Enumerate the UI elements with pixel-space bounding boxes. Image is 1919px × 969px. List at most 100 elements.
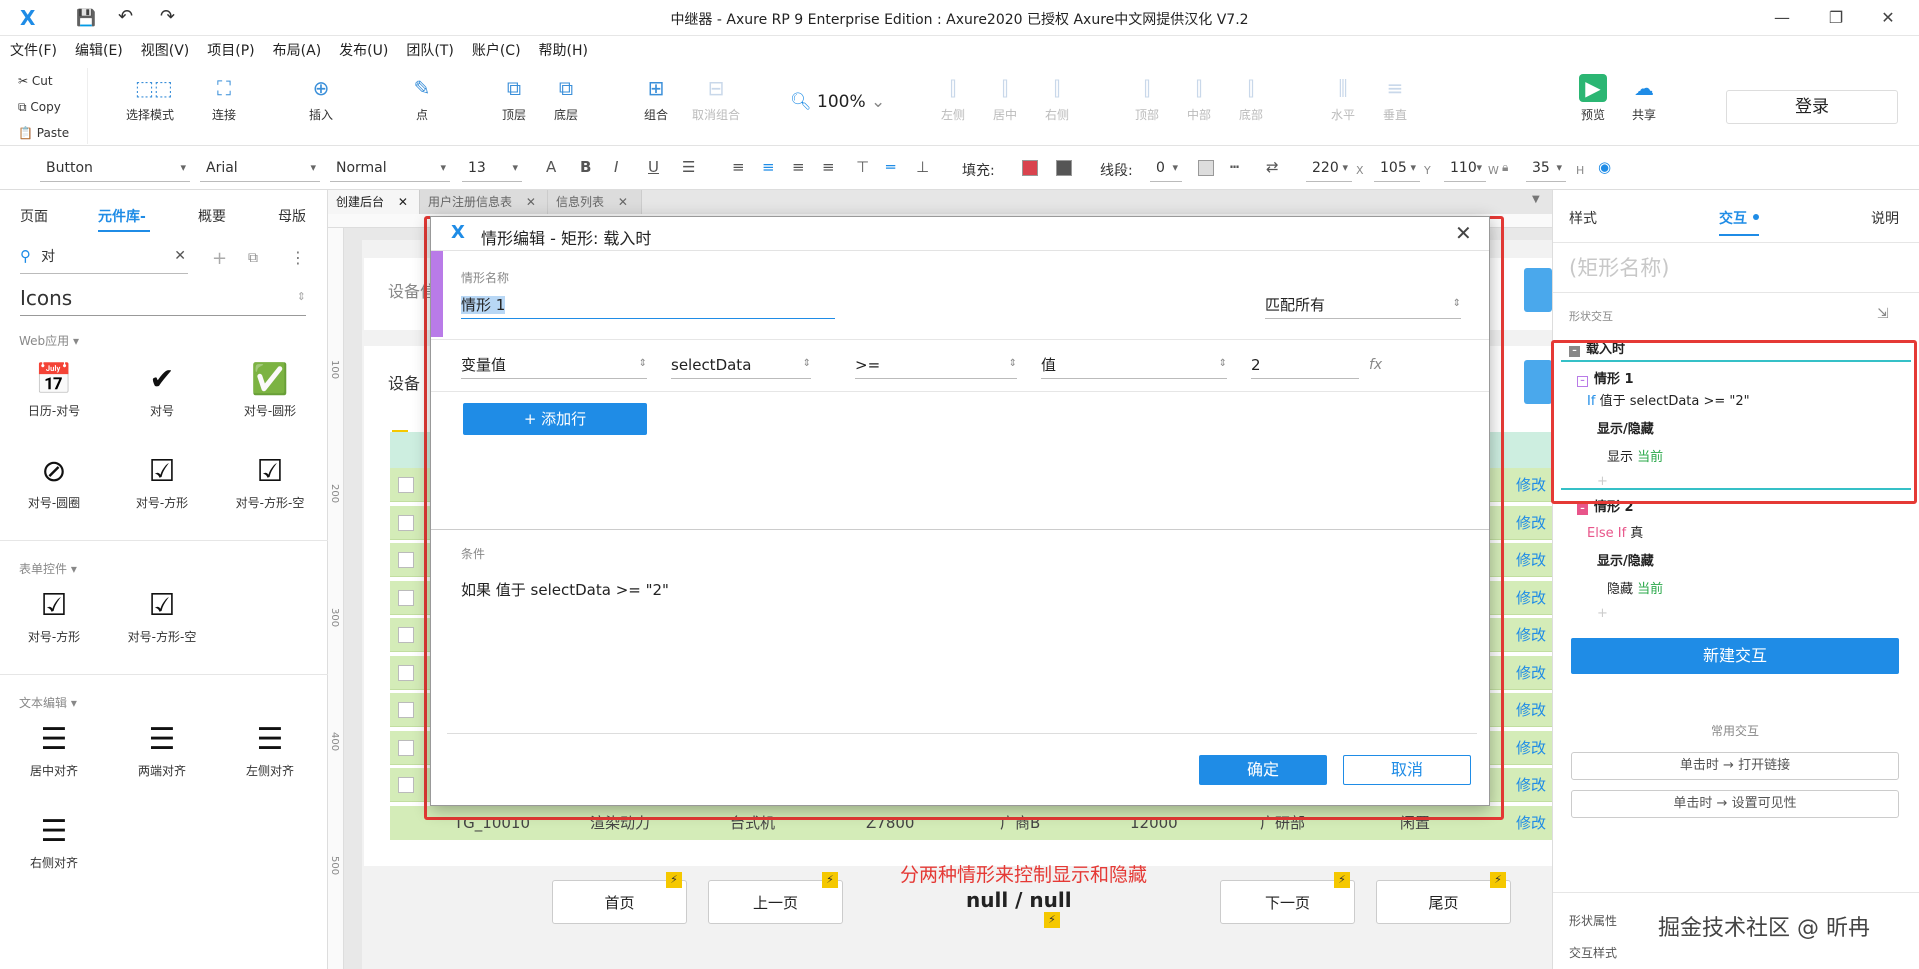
text-color-icon[interactable]: A (546, 158, 556, 176)
maximize-button[interactable]: ❐ (1816, 6, 1856, 30)
h-input[interactable]: 35 (1526, 156, 1566, 182)
condition-operator-select[interactable]: >= ⇕ (855, 351, 1017, 379)
add-action-icon[interactable]: + (1597, 606, 1608, 621)
row-edit-link[interactable]: 修改 (1516, 512, 1546, 533)
italic-icon[interactable]: I (614, 158, 618, 176)
interaction-style-label[interactable]: 交互样式 (1569, 944, 1617, 961)
tab-style[interactable]: 样式 (1569, 208, 1597, 228)
widget-check-circle-outline[interactable]: ⊘ 对号-圆圈 (4, 450, 104, 511)
fill-color-swatch[interactable] (1022, 160, 1038, 176)
x-input[interactable]: 220 (1306, 156, 1352, 182)
section-form[interactable]: 表单控件 ▾ (19, 560, 77, 577)
fx-icon[interactable]: fx (1369, 357, 1382, 373)
top-layer-button[interactable]: ⧉ 顶层 (494, 74, 534, 123)
distribute-h-button[interactable]: ⫼ 水平 (1328, 74, 1358, 123)
align-center-button[interactable]: ⫿ 居中 (990, 74, 1020, 123)
widget-check-circle[interactable]: ✅ 对号-圆形 (220, 358, 320, 419)
copy-button[interactable]: ⧉ Copy (8, 94, 87, 120)
widget-form-check-square-empty[interactable]: ☑ 对号-方形-空 (112, 584, 212, 645)
point-button[interactable]: ✎ 点 (404, 74, 440, 123)
widget-check-square[interactable]: ☑ 对号-方形 (112, 450, 212, 511)
bottom-layer-button[interactable]: ⧉ 底层 (546, 74, 586, 123)
align-top-button[interactable]: ⫿ 顶部 (1132, 74, 1162, 123)
widget-form-check-square[interactable]: ☑ 对号-方形 (4, 584, 104, 645)
widget-check-square-empty[interactable]: ☑ 对号-方形-空 (220, 450, 320, 511)
login-button[interactable]: 登录 (1726, 90, 1898, 124)
align-left-button[interactable]: ⫿ 左侧 (938, 74, 968, 123)
library-copy-icon[interactable]: ⧉ (248, 250, 258, 266)
menu-account[interactable]: 账户(C) (462, 36, 529, 66)
row-checkbox[interactable] (398, 589, 414, 606)
row-edit-link[interactable]: 修改 (1516, 774, 1546, 795)
more-options-icon[interactable]: ⋮ (290, 248, 306, 267)
row-edit-link[interactable]: 修改 (1516, 549, 1546, 570)
case-2-target[interactable]: 隐藏 当前 (1607, 578, 1663, 597)
close-tab-icon[interactable]: ✕ (526, 195, 536, 209)
row-edit-link[interactable]: 修改 (1516, 587, 1546, 608)
condition-value-input[interactable]: 2 (1251, 351, 1359, 379)
insert-button[interactable]: ⊕ 插入 (296, 74, 346, 123)
tab-outline[interactable]: 概要 (198, 206, 226, 226)
expand-icon[interactable]: ⇲ (1877, 306, 1889, 322)
align-bottom-button[interactable]: ⫿ 底部 (1236, 74, 1266, 123)
menu-project[interactable]: 项目(P) (197, 36, 262, 66)
select-mode-button[interactable]: ⬚⬚ 选择模式 (118, 74, 182, 123)
case-name-input[interactable]: 情形 1 (461, 291, 835, 319)
preview-button[interactable]: ▶ 预览 (1576, 74, 1610, 123)
case-2-action[interactable]: 显示/隐藏 (1597, 550, 1654, 569)
close-tab-icon[interactable]: ✕ (398, 195, 408, 209)
row-checkbox[interactable] (398, 627, 414, 643)
tab-interactions[interactable]: 交互 (1719, 208, 1747, 228)
row-checkbox[interactable] (398, 777, 414, 793)
tab-libraries[interactable]: 元件库- (98, 206, 146, 226)
text-align-left-icon[interactable]: ≡ (732, 158, 745, 176)
row-checkbox[interactable] (398, 514, 414, 531)
text-justify-icon[interactable]: ≡ (822, 158, 835, 176)
stroke-color-swatch[interactable] (1198, 160, 1214, 176)
stroke-width-input[interactable]: 0 (1150, 156, 1182, 182)
tabs-overflow-icon[interactable]: ▼ (1532, 194, 1540, 205)
font-family-select[interactable]: Arial (200, 156, 320, 182)
row-edit-link[interactable]: 修改 (1516, 699, 1546, 720)
add-row-button[interactable]: + 添加行 (463, 403, 647, 435)
widget-style-select[interactable]: Button (40, 156, 190, 182)
valign-bottom-icon[interactable]: ⊥ (916, 158, 929, 176)
dialog-close-icon[interactable]: ✕ (1455, 221, 1472, 245)
align-right-button[interactable]: ⫿ 右侧 (1042, 74, 1072, 123)
w-input[interactable]: 110 (1444, 156, 1486, 182)
row-checkbox[interactable] (398, 552, 414, 568)
minimize-button[interactable]: — (1762, 6, 1802, 30)
library-select[interactable]: Icons ⇕ (20, 286, 306, 316)
doc-tab-user-register[interactable]: 用户注册信息表 ✕ (420, 190, 548, 214)
ok-button[interactable]: 确定 (1199, 755, 1327, 785)
shape-name-input[interactable]: (矩形名称) (1569, 252, 1669, 282)
row-edit-link[interactable]: 修改 (1516, 737, 1546, 758)
condition-variable-select[interactable]: selectData ⇕ (671, 351, 811, 379)
ungroup-button[interactable]: ⊟ 取消组合 (688, 74, 744, 123)
quick-set-visibility-button[interactable]: 单击时 → 设置可见性 (1571, 790, 1899, 818)
tab-pages[interactable]: 页面 (20, 206, 48, 226)
zoom-select[interactable]: 🔍︎ 100% ⌄ (790, 92, 885, 112)
lock-icon[interactable]: 🔒︎ (1502, 160, 1508, 175)
add-library-icon[interactable]: + (212, 248, 227, 269)
align-middle-button[interactable]: ⫿ 中部 (1184, 74, 1214, 123)
menu-file[interactable]: 文件(F) (0, 36, 65, 66)
section-text[interactable]: 文本编辑 ▾ (19, 694, 77, 711)
group-button[interactable]: ⊞ 组合 (636, 74, 676, 123)
connect-button[interactable]: ⛶ 连接 (200, 74, 248, 123)
row-edit-link[interactable]: 修改 (1516, 474, 1546, 495)
canvas-blue-button[interactable] (1524, 360, 1552, 404)
close-window-button[interactable]: ✕ (1868, 6, 1908, 30)
quick-open-link-button[interactable]: 单击时 → 打开链接 (1571, 752, 1899, 780)
row-checkbox[interactable] (398, 664, 414, 681)
condition-value-type-select[interactable]: 值 ⇕ (1041, 351, 1227, 379)
row-checkbox[interactable] (398, 477, 414, 493)
y-input[interactable]: 105 (1374, 156, 1420, 182)
doc-tab-info-list[interactable]: 信息列表 ✕ (548, 190, 642, 214)
row-edit-link[interactable]: 修改 (1516, 662, 1546, 683)
valign-middle-icon[interactable]: ═ (886, 158, 895, 176)
valign-top-icon[interactable]: ⊤ (856, 158, 869, 176)
share-button[interactable]: ☁ 共享 (1624, 74, 1664, 123)
section-web[interactable]: Web应用 ▾ (19, 332, 79, 349)
canvas-blue-button[interactable] (1524, 268, 1552, 312)
